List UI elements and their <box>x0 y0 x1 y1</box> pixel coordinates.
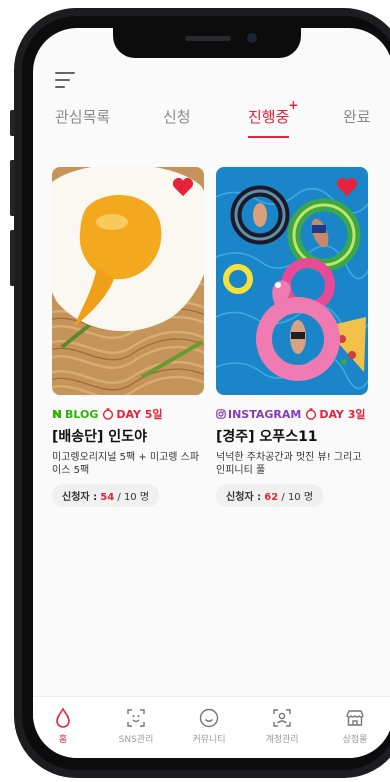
nav-home[interactable]: 홈 <box>33 707 93 745</box>
status-tabs: 관심목록 신청 진행중 + 완료 <box>33 98 390 146</box>
campaign-card[interactable]: BLOG DAY 5일 [배송단] 인도야 미고렝오리지널 5팩 + 미고렝 스… <box>52 167 204 507</box>
face-scan-icon <box>127 709 145 727</box>
heart-icon[interactable] <box>336 177 358 197</box>
pool-floats-aerial-photo <box>216 167 368 395</box>
applicants-label: 신청자 : <box>226 492 262 503</box>
account-scan-icon <box>273 709 291 727</box>
nav-community[interactable]: 커뮤니티 <box>179 707 239 745</box>
front-camera <box>247 33 257 43</box>
campaign-description: 넉넉한 주차공간과 멋진 뷰! 그리고 인피니티 풀 <box>216 452 362 476</box>
fried-egg-noodles-photo <box>52 167 204 395</box>
dday-badge: DAY 5일 <box>102 406 163 422</box>
tab-label: 진행중 <box>248 108 290 126</box>
bottom-nav: 홈 SNS관리 커뮤니티 계정관리 상점몰 <box>33 696 390 758</box>
nav-label: SNS관리 <box>118 735 154 745</box>
smile-icon <box>199 708 219 728</box>
campaign-description: 미고렝오리지널 5팩 + 미고렝 스파이스 5팩 <box>52 452 200 476</box>
platform-badge: BLOG <box>52 408 98 421</box>
campaign-meta: INSTAGRAM DAY 3일 <box>216 406 368 422</box>
applicants-badge: 신청자 : 62 / 10 명 <box>216 484 324 507</box>
dday-badge: DAY 3일 <box>305 406 366 422</box>
applicants-count: 62 <box>264 492 279 503</box>
phone-notch <box>113 28 301 58</box>
campaign-title: [배송단] 인도야 <box>52 429 147 445</box>
campaign-meta: BLOG DAY 5일 <box>52 406 204 422</box>
tab-interest-list[interactable]: 관심목록 <box>55 106 110 127</box>
dday-text: DAY 3일 <box>319 408 366 421</box>
nav-label: 상점몰 <box>342 735 368 745</box>
new-plus-icon: + <box>288 98 299 112</box>
drop-home-icon <box>56 707 70 728</box>
campaign-image <box>52 167 204 395</box>
phone-volume-down-button <box>10 230 15 286</box>
nav-label: 계정관리 <box>265 735 299 745</box>
nav-label: 홈 <box>58 735 68 745</box>
tab-completed[interactable]: 완료 <box>343 106 371 127</box>
applicants-capacity: / 10 명 <box>117 492 150 503</box>
applicants-count: 54 <box>100 492 115 503</box>
nav-label: 커뮤니티 <box>192 735 226 745</box>
speaker-grille <box>185 36 231 41</box>
store-icon <box>346 710 364 726</box>
active-tab-indicator <box>248 136 290 138</box>
tab-applied[interactable]: 신청 <box>163 106 191 127</box>
applicants-badge: 신청자 : 54 / 10 명 <box>52 484 160 507</box>
platform-name: INSTAGRAM <box>228 407 302 421</box>
phone-volume-up-button <box>10 160 15 216</box>
campaign-image <box>216 167 368 395</box>
naver-n-icon <box>53 410 61 418</box>
menu-icon[interactable] <box>55 72 77 90</box>
app-screen: 관심목록 신청 진행중 + 완료 BLOG DAY 5일 [배송단] 인도야 미… <box>33 28 390 758</box>
instagram-icon <box>216 409 226 419</box>
tab-label: 관심목록 <box>55 108 111 126</box>
applicants-capacity: / 10 명 <box>281 492 314 503</box>
campaign-card[interactable]: INSTAGRAM DAY 3일 [경주] 오푸스11 넉넉한 주차공간과 멋진… <box>216 167 368 507</box>
applicants-label: 신청자 : <box>62 492 98 503</box>
platform-badge: INSTAGRAM <box>216 408 301 421</box>
dday-text: DAY 5일 <box>116 408 163 421</box>
phone-silent-switch <box>10 110 15 136</box>
nav-account-management[interactable]: 계정관리 <box>252 707 312 745</box>
nav-store[interactable]: 상점몰 <box>325 707 385 745</box>
tab-label: 신청 <box>163 108 191 126</box>
timer-icon <box>306 408 317 420</box>
tab-label: 완료 <box>343 108 371 126</box>
nav-sns-management[interactable]: SNS관리 <box>106 707 166 745</box>
timer-icon <box>103 408 114 420</box>
platform-name: BLOG <box>65 407 99 421</box>
campaign-title: [경주] 오푸스11 <box>216 429 318 445</box>
heart-icon[interactable] <box>172 177 194 197</box>
tab-in-progress[interactable]: 진행중 + <box>248 98 298 138</box>
